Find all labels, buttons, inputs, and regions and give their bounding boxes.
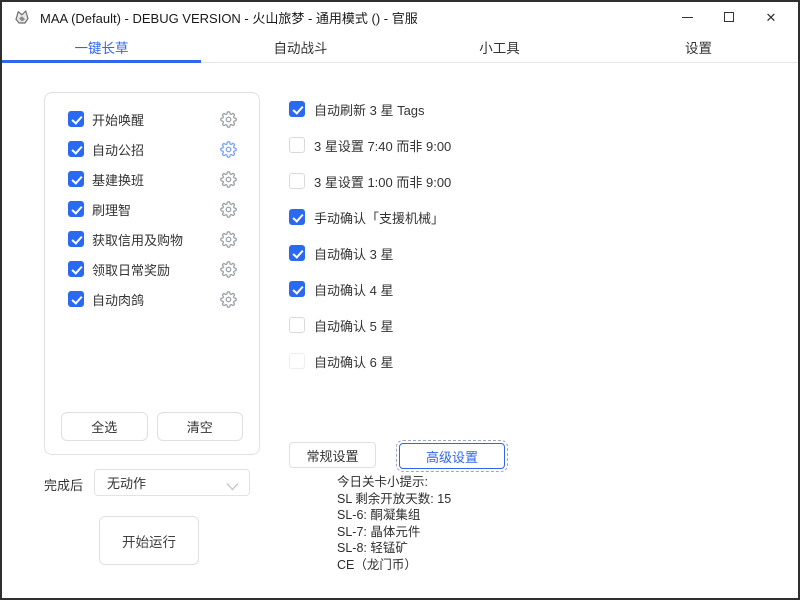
- task-row-rewards[interactable]: 领取日常奖励: [45, 254, 259, 284]
- task-settings-gear-icon[interactable]: [219, 230, 237, 248]
- checkbox[interactable]: [289, 245, 305, 261]
- settings-mode-buttons: 常规设置 高级设置: [289, 442, 505, 469]
- task-label: 基建换班: [92, 170, 144, 189]
- task-row-recruit[interactable]: 自动公招: [45, 134, 259, 164]
- maximize-icon: [724, 12, 734, 22]
- recruit-option-740[interactable]: 3 星设置 7:40 而非 9:00: [289, 127, 539, 163]
- option-label: 3 星设置 1:00 而非 9:00: [314, 172, 451, 191]
- option-label: 3 星设置 7:40 而非 9:00: [314, 136, 451, 155]
- checkbox[interactable]: [68, 201, 84, 217]
- task-row-sanity[interactable]: 刷理智: [45, 194, 259, 224]
- tip-line: SL-6: 酮凝集组: [337, 507, 567, 524]
- task-row-infrastructure[interactable]: 基建换班: [45, 164, 259, 194]
- task-label: 自动公招: [92, 140, 144, 159]
- maximize-button[interactable]: [708, 2, 750, 32]
- option-label: 自动确认 3 星: [314, 244, 393, 263]
- window-controls: ✕: [666, 2, 792, 32]
- tip-line: 今日关卡小提示:: [337, 474, 567, 491]
- minimize-icon: [682, 17, 693, 18]
- recruit-option-robot-manual[interactable]: 手动确认「支援机械」: [289, 199, 539, 235]
- tab-settings[interactable]: 设置: [599, 32, 798, 62]
- task-card-actions: 全选 清空: [61, 412, 243, 441]
- task-label: 领取日常奖励: [92, 260, 170, 279]
- recruit-option-auto-4star[interactable]: 自动确认 4 星: [289, 271, 539, 307]
- checkbox[interactable]: [289, 317, 305, 333]
- daily-stage-tips: 今日关卡小提示: SL 剩余开放天数: 15 SL-6: 酮凝集组 SL-7: …: [337, 474, 567, 574]
- tab-farming[interactable]: 一键长草: [2, 32, 201, 62]
- after-completion-label: 完成后: [44, 475, 83, 494]
- task-label: 获取信用及购物: [92, 230, 183, 249]
- task-label: 刷理智: [92, 200, 131, 219]
- title-bar: MAA (Default) - DEBUG VERSION - 火山旅梦 - 通…: [2, 2, 798, 32]
- recruit-options-list: 自动刷新 3 星 Tags 3 星设置 7:40 而非 9:00 3 星设置 1…: [289, 91, 539, 379]
- advanced-settings-button[interactable]: 高级设置: [399, 443, 505, 469]
- chevron-down-icon: [226, 478, 239, 496]
- close-icon: ✕: [766, 11, 777, 24]
- checkbox[interactable]: [68, 141, 84, 157]
- option-label: 自动确认 6 星: [314, 352, 393, 371]
- checkbox[interactable]: [289, 137, 305, 153]
- tab-auto-battle[interactable]: 自动战斗: [201, 32, 400, 62]
- task-settings-gear-icon[interactable]: [219, 140, 237, 158]
- task-row-credit[interactable]: 获取信用及购物: [45, 224, 259, 254]
- tip-line: CE（龙门币）: [337, 557, 567, 574]
- after-completion-dropdown[interactable]: 无动作: [94, 469, 250, 496]
- option-label: 手动确认「支援机械」: [314, 208, 444, 227]
- recruit-option-100[interactable]: 3 星设置 1:00 而非 9:00: [289, 163, 539, 199]
- checkbox[interactable]: [68, 171, 84, 187]
- checkbox[interactable]: [289, 209, 305, 225]
- window-title: MAA (Default) - DEBUG VERSION - 火山旅梦 - 通…: [40, 8, 418, 27]
- recruit-option-refresh-tags[interactable]: 自动刷新 3 星 Tags: [289, 91, 539, 127]
- checkbox[interactable]: [68, 231, 84, 247]
- dropdown-selected-value: 无动作: [107, 473, 146, 492]
- app-window: MAA (Default) - DEBUG VERSION - 火山旅梦 - 通…: [0, 0, 800, 600]
- main-tabs: 一键长草 自动战斗 小工具 设置: [2, 32, 798, 63]
- checkbox[interactable]: [68, 111, 84, 127]
- task-row-wakeup[interactable]: 开始唤醒: [45, 104, 259, 134]
- task-label: 开始唤醒: [92, 110, 144, 129]
- clear-button[interactable]: 清空: [157, 412, 244, 441]
- checkbox: [289, 353, 305, 369]
- minimize-button[interactable]: [666, 2, 708, 32]
- option-label: 自动确认 5 星: [314, 316, 393, 335]
- task-settings-gear-icon[interactable]: [219, 290, 237, 308]
- task-list-card: 开始唤醒 自动公招 基建换班 刷理智 获取信用及购物 领取日常奖励: [44, 92, 260, 455]
- tip-line: SL-7: 晶体元件: [337, 524, 567, 541]
- recruit-option-auto-5star[interactable]: 自动确认 5 星: [289, 307, 539, 343]
- task-settings-gear-icon[interactable]: [219, 170, 237, 188]
- checkbox[interactable]: [289, 281, 305, 297]
- checkbox[interactable]: [289, 101, 305, 117]
- tab-tools[interactable]: 小工具: [400, 32, 599, 62]
- task-settings-gear-icon[interactable]: [219, 110, 237, 128]
- start-run-button[interactable]: 开始运行: [99, 516, 199, 565]
- checkbox[interactable]: [289, 173, 305, 189]
- tip-line: SL 剩余开放天数: 15: [337, 491, 567, 508]
- task-settings-gear-icon[interactable]: [219, 200, 237, 218]
- regular-settings-button[interactable]: 常规设置: [289, 442, 376, 468]
- app-logo-icon: [12, 7, 32, 27]
- checkbox[interactable]: [68, 261, 84, 277]
- select-all-button[interactable]: 全选: [61, 412, 148, 441]
- close-button[interactable]: ✕: [750, 2, 792, 32]
- tip-line: SL-8: 轻锰矿: [337, 540, 567, 557]
- option-label: 自动确认 4 星: [314, 280, 393, 299]
- task-settings-gear-icon[interactable]: [219, 260, 237, 278]
- task-row-roguelike[interactable]: 自动肉鸽: [45, 284, 259, 314]
- option-label: 自动刷新 3 星 Tags: [314, 100, 425, 119]
- recruit-option-auto-3star[interactable]: 自动确认 3 星: [289, 235, 539, 271]
- task-label: 自动肉鸽: [92, 290, 144, 309]
- recruit-option-auto-6star: 自动确认 6 星: [289, 343, 539, 379]
- checkbox[interactable]: [68, 291, 84, 307]
